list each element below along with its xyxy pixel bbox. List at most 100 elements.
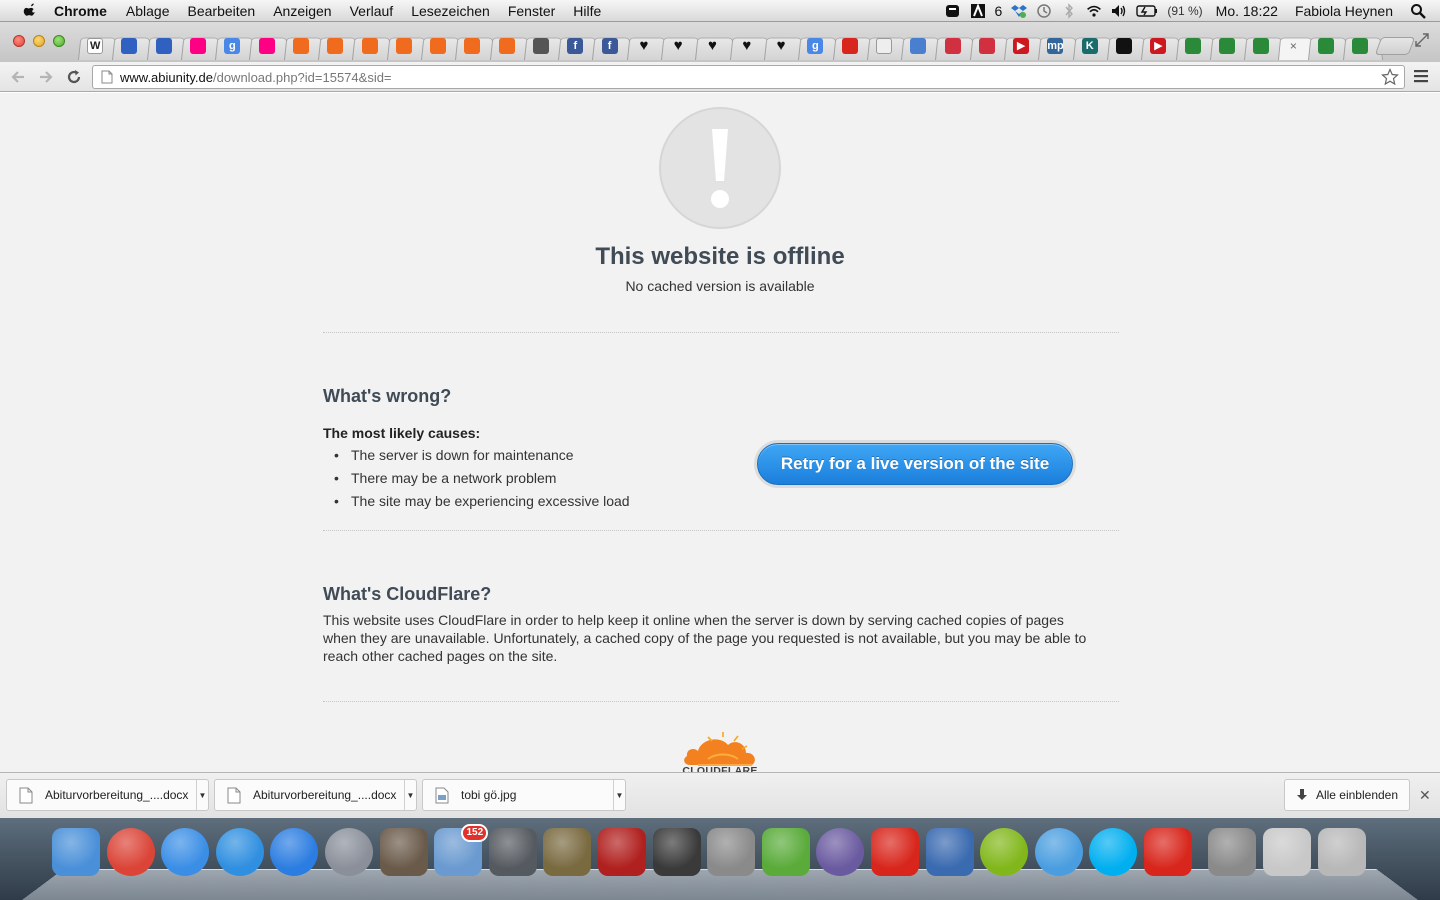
- battery-icon[interactable]: [1136, 3, 1158, 19]
- tab[interactable]: g: [215, 32, 249, 60]
- launchpad-icon[interactable]: [324, 828, 373, 876]
- reload-button[interactable]: [63, 66, 85, 88]
- tab[interactable]: [147, 32, 181, 60]
- tab[interactable]: [284, 32, 318, 60]
- tab[interactable]: [970, 32, 1004, 60]
- download-menu-button[interactable]: ▼: [404, 780, 416, 810]
- window-zoom-button[interactable]: [53, 35, 65, 47]
- tab[interactable]: [387, 32, 421, 60]
- menubar-user[interactable]: Fabiola Heynen: [1295, 3, 1393, 19]
- tab[interactable]: mp: [1038, 32, 1072, 60]
- quill-icon[interactable]: [816, 828, 865, 876]
- acrobat-icon[interactable]: [870, 828, 919, 876]
- tab[interactable]: [1176, 32, 1210, 60]
- tab[interactable]: [935, 32, 969, 60]
- tab[interactable]: [1210, 32, 1244, 60]
- time-machine-icon[interactable]: [1036, 3, 1052, 19]
- bookmark-star-icon[interactable]: [1381, 68, 1399, 86]
- tab[interactable]: [833, 32, 867, 60]
- fullscreen-icon[interactable]: [1414, 32, 1430, 48]
- tab[interactable]: ▶: [1004, 32, 1038, 60]
- tab[interactable]: ♥: [764, 32, 798, 60]
- itunes-icon[interactable]: [215, 828, 264, 876]
- tab[interactable]: W: [78, 32, 112, 60]
- address-bar[interactable]: www.abiunity.de /download.php?id=15574&s…: [92, 65, 1405, 89]
- window-minimize-button[interactable]: [33, 35, 45, 47]
- download-item[interactable]: Abiturvorbereitung_....docx ▼: [214, 779, 417, 811]
- menu-verlauf[interactable]: Verlauf: [350, 3, 394, 19]
- show-all-downloads-button[interactable]: Alle einblenden: [1284, 779, 1410, 811]
- close-download-shelf-icon[interactable]: ✕: [1419, 787, 1431, 804]
- iphoto-icon[interactable]: [543, 828, 592, 876]
- bluetooth-icon[interactable]: [1061, 2, 1077, 19]
- tab[interactable]: [1308, 32, 1342, 60]
- cloudflare-logo[interactable]: CLOUDFLARE: [668, 731, 772, 773]
- wifi-icon[interactable]: [1086, 3, 1102, 19]
- tab[interactable]: ♥: [661, 32, 695, 60]
- menu-fenster[interactable]: Fenster: [508, 3, 555, 19]
- close-tab-icon[interactable]: ×: [1290, 39, 1297, 53]
- tab[interactable]: K: [1073, 32, 1107, 60]
- download-menu-button[interactable]: ▼: [196, 780, 208, 810]
- tab[interactable]: f: [558, 32, 592, 60]
- app-store-icon[interactable]: [270, 828, 319, 876]
- dropbox-icon[interactable]: [1011, 3, 1028, 19]
- new-tab-button[interactable]: [1374, 37, 1416, 55]
- tab[interactable]: [352, 32, 386, 60]
- imovie-icon[interactable]: [652, 828, 701, 876]
- menu-hilfe[interactable]: Hilfe: [573, 3, 601, 19]
- cloud-icon[interactable]: [1034, 828, 1083, 876]
- spotlight-search-icon[interactable]: [1410, 3, 1426, 19]
- menu-ablage[interactable]: Ablage: [126, 3, 170, 19]
- volume-icon[interactable]: [1111, 3, 1127, 19]
- tab-active[interactable]: ×: [1278, 32, 1308, 60]
- adobe-tray-icon[interactable]: [970, 2, 986, 19]
- evernote-icon[interactable]: [761, 828, 810, 876]
- spotify-icon[interactable]: [980, 828, 1029, 876]
- window-thumbnail-icon[interactable]: [1263, 828, 1312, 876]
- tab[interactable]: [181, 32, 215, 60]
- back-button[interactable]: [7, 66, 29, 88]
- skype-icon[interactable]: [1089, 828, 1138, 876]
- tab[interactable]: [1107, 32, 1141, 60]
- tab[interactable]: f: [592, 32, 626, 60]
- tab[interactable]: [318, 32, 352, 60]
- retry-live-version-button[interactable]: Retry for a live version of the site: [757, 443, 1073, 485]
- safari-icon[interactable]: [161, 828, 210, 876]
- tab[interactable]: [901, 32, 935, 60]
- keynote-icon[interactable]: [925, 828, 974, 876]
- system-preferences-icon[interactable]: [707, 828, 756, 876]
- menu-anzeigen[interactable]: Anzeigen: [273, 3, 331, 19]
- finder-icon[interactable]: [52, 828, 100, 876]
- download-menu-button[interactable]: ▼: [613, 780, 625, 810]
- tab[interactable]: [1343, 32, 1377, 60]
- chrome-menu-icon[interactable]: [1414, 69, 1428, 83]
- trash-icon[interactable]: [1317, 828, 1366, 876]
- menubar-clock[interactable]: Mo. 18:22: [1216, 3, 1278, 19]
- download-item[interactable]: tobi gö.jpg ▼: [422, 779, 626, 811]
- acrobat-sync-icon[interactable]: [1143, 828, 1192, 876]
- tab[interactable]: ♥: [695, 32, 729, 60]
- photo-booth-red-icon[interactable]: [597, 828, 646, 876]
- documents-stack-icon[interactable]: [1208, 828, 1257, 876]
- evernote-tray-icon[interactable]: [945, 3, 961, 19]
- tab[interactable]: [867, 32, 901, 60]
- tab[interactable]: [490, 32, 524, 60]
- tab[interactable]: g: [798, 32, 832, 60]
- tab[interactable]: [421, 32, 455, 60]
- mail-icon[interactable]: 152: [434, 824, 489, 876]
- tab[interactable]: [1244, 32, 1278, 60]
- download-item[interactable]: Abiturvorbereitung_....docx ▼: [6, 779, 209, 811]
- tab[interactable]: ▶: [1141, 32, 1175, 60]
- photo-booth-icon[interactable]: [379, 828, 428, 876]
- tab[interactable]: [524, 32, 558, 60]
- app-name-menu[interactable]: Chrome: [54, 3, 107, 19]
- chrome-icon[interactable]: [106, 828, 155, 876]
- forward-button[interactable]: [35, 66, 57, 88]
- tab[interactable]: [249, 32, 283, 60]
- facetime-icon[interactable]: [488, 828, 537, 876]
- tab[interactable]: ♥: [730, 32, 764, 60]
- tab[interactable]: [112, 32, 146, 60]
- tab[interactable]: [455, 32, 489, 60]
- tab[interactable]: ♥: [627, 32, 661, 60]
